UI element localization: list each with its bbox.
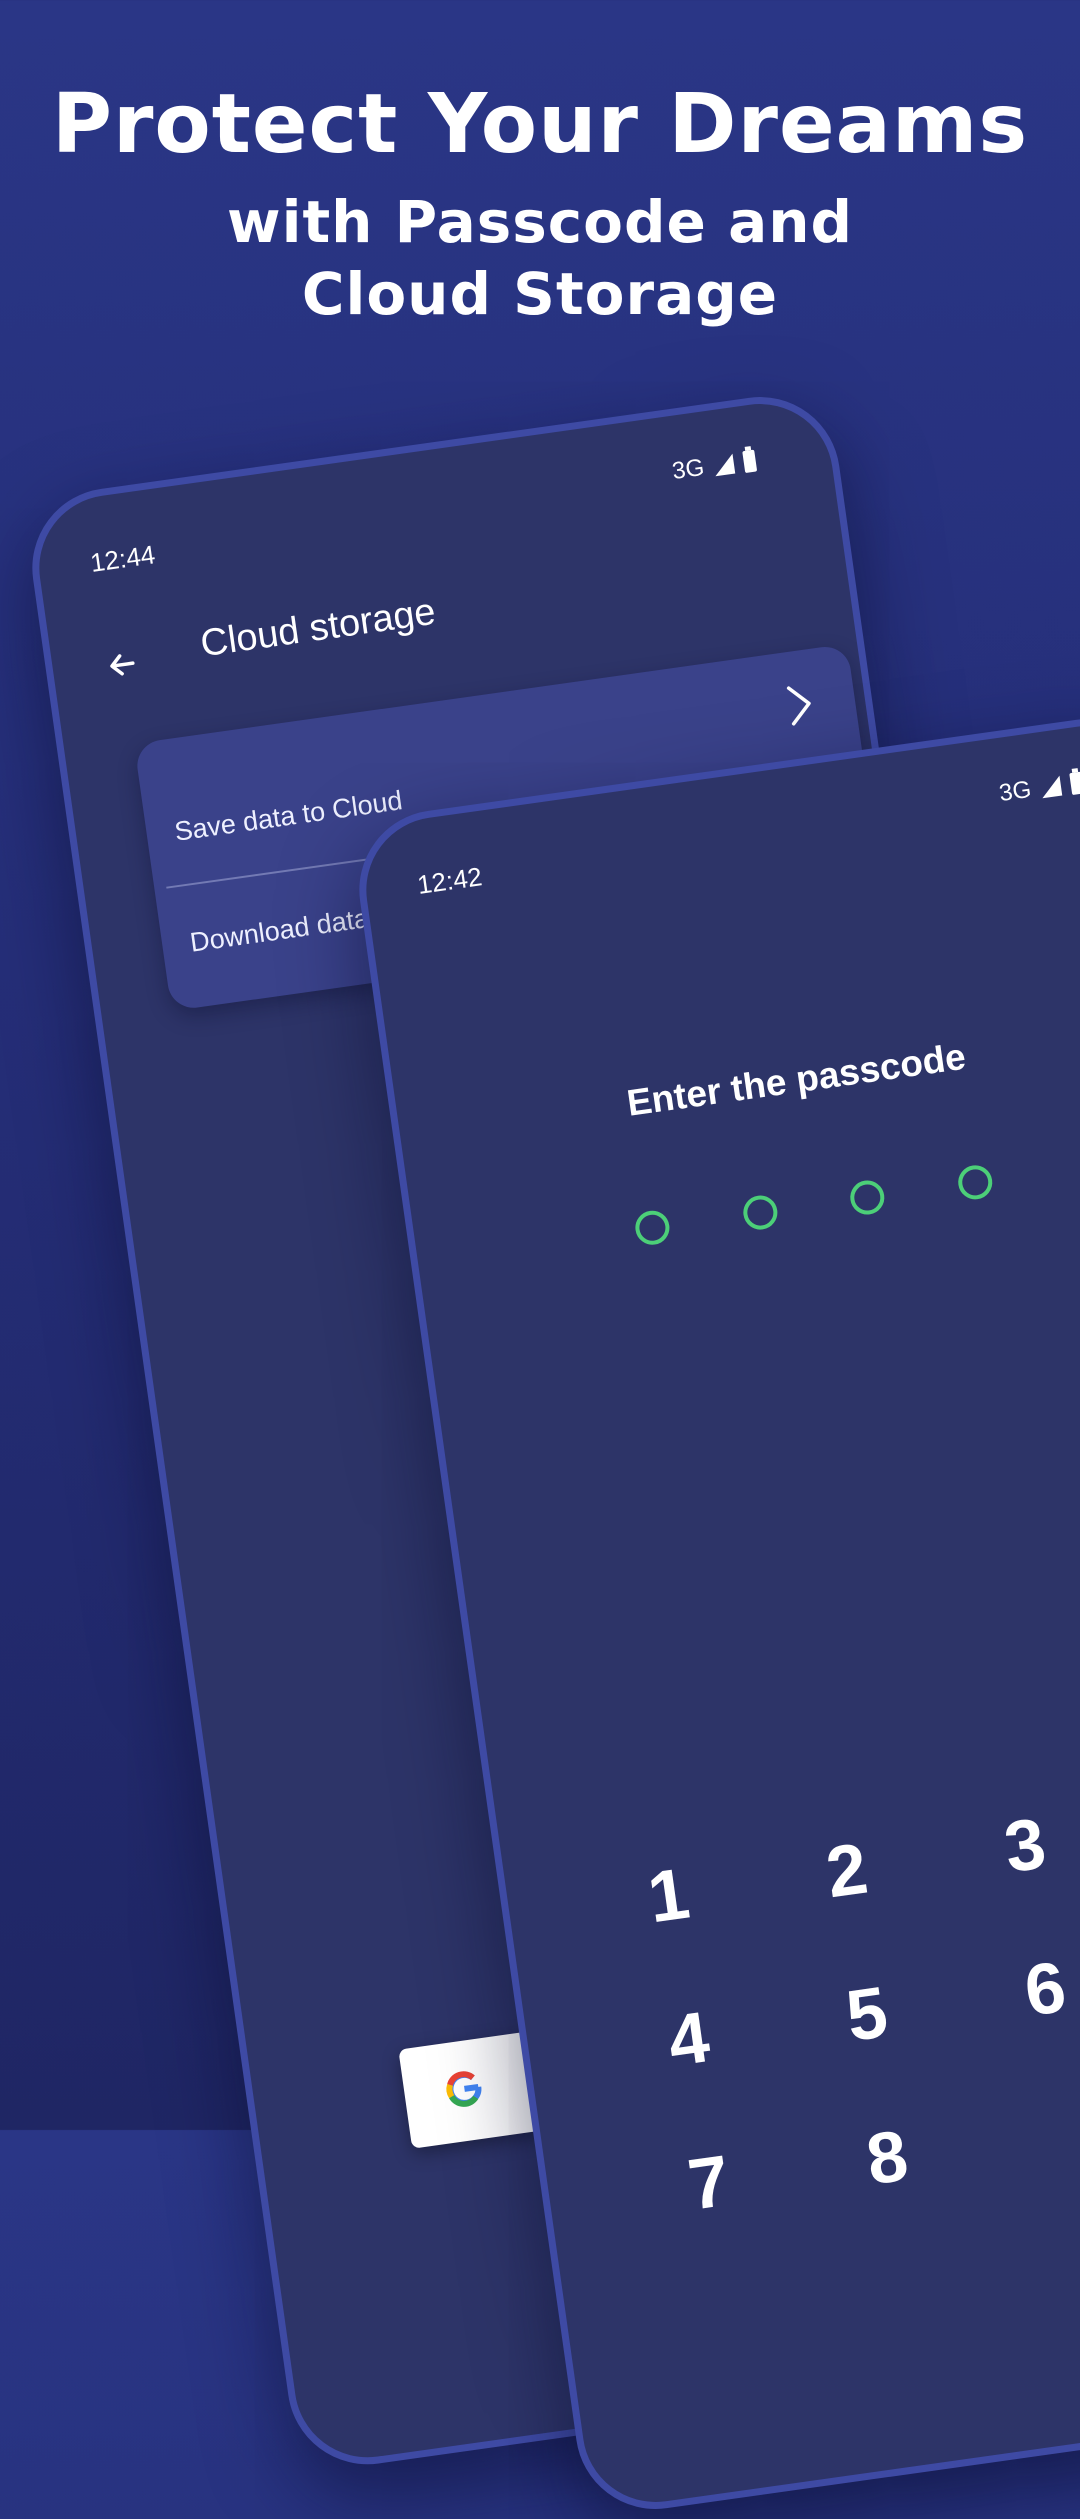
- google-g-icon: [446, 2071, 482, 2107]
- passcode-dot: [956, 1163, 995, 1202]
- key-4[interactable]: 4: [643, 1993, 734, 2085]
- key-2[interactable]: 2: [802, 1825, 893, 1917]
- battery-icon: [742, 449, 758, 474]
- download-data-row[interactable]: Download data: [188, 903, 371, 959]
- network-label: 3G: [997, 775, 1033, 808]
- key-8[interactable]: 8: [842, 2112, 933, 2204]
- key-1[interactable]: 1: [623, 1850, 714, 1942]
- signal-icon: [712, 453, 736, 477]
- back-arrow-icon[interactable]: [100, 642, 145, 687]
- status-bar: 3G: [670, 447, 758, 486]
- headline-line-2: with Passcode and: [226, 188, 854, 256]
- save-to-cloud-row[interactable]: Save data to Cloud: [173, 785, 405, 848]
- status-bar: 3G: [997, 769, 1080, 808]
- chevron-right-icon[interactable]: [782, 679, 818, 731]
- page-title: Cloud storage: [197, 590, 439, 666]
- passcode-dot: [848, 1178, 887, 1217]
- network-label: 3G: [670, 453, 706, 486]
- passcode-dot: [740, 1193, 780, 1232]
- status-time: 12:42: [415, 861, 484, 900]
- key-6[interactable]: 6: [1000, 1943, 1080, 2035]
- headline-line-1: Protect Your Dreams: [51, 77, 1029, 172]
- key-3[interactable]: 3: [980, 1800, 1071, 1892]
- headline-line-3: Cloud Storage: [301, 260, 779, 328]
- battery-icon: [1069, 771, 1080, 796]
- key-5[interactable]: 5: [822, 1968, 913, 2060]
- key-7[interactable]: 7: [664, 2137, 755, 2229]
- headline: Protect Your Dreams with Passcode and Cl…: [0, 70, 1080, 330]
- passcode-title: Enter the passcode: [624, 1035, 969, 1124]
- passcode-dots: [633, 1163, 995, 1247]
- signal-icon: [1039, 775, 1063, 799]
- status-time: 12:44: [88, 539, 157, 578]
- passcode-dot: [633, 1208, 672, 1247]
